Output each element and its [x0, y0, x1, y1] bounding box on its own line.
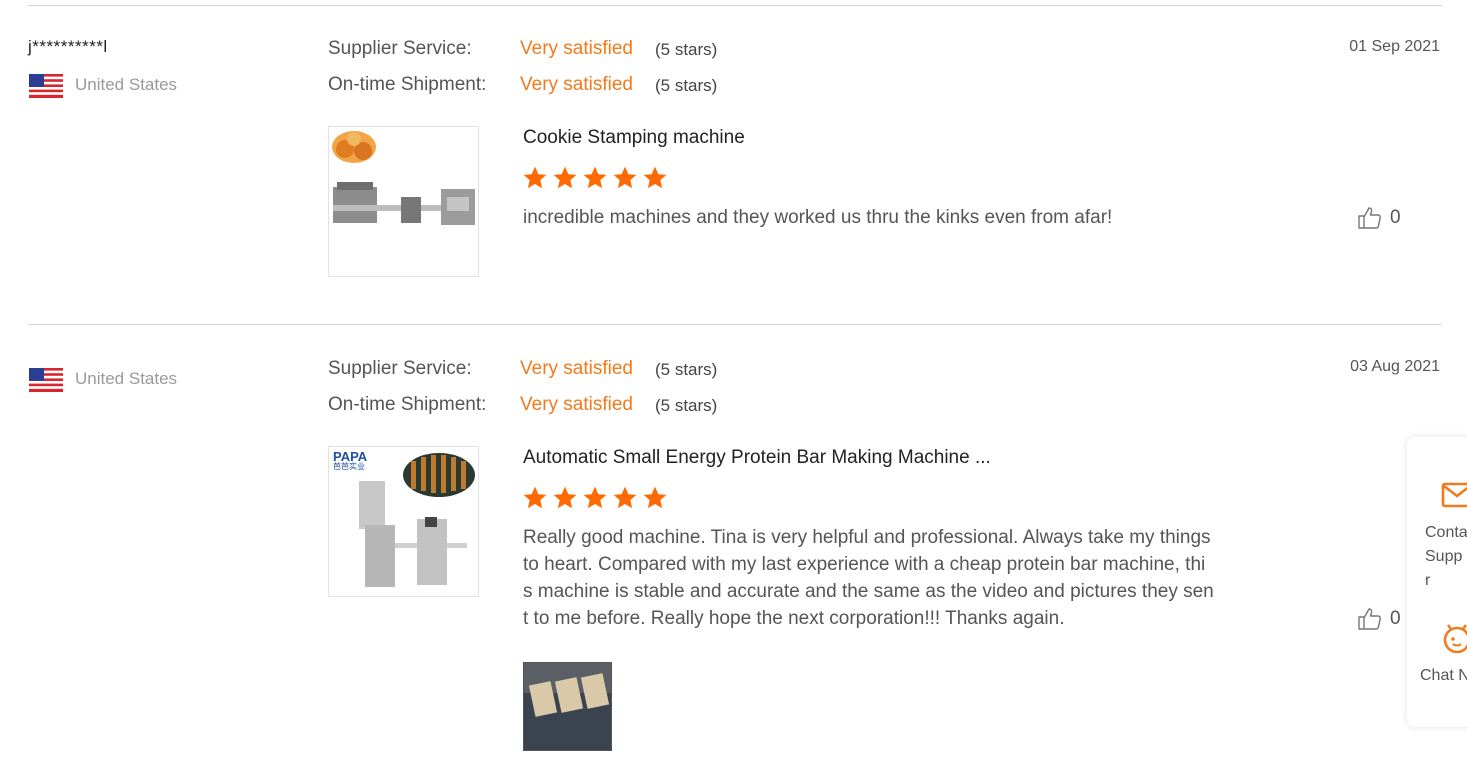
- star-icon: [553, 486, 577, 509]
- thumbs-up-icon: [1358, 608, 1381, 630]
- review-text-line: Really good machine. Tina is very helpfu…: [523, 527, 1211, 548]
- chat-now-link[interactable]: Chat N: [1420, 664, 1467, 688]
- chat-icon[interactable]: [1441, 623, 1467, 660]
- review-date: 01 Sep 2021: [1349, 38, 1440, 55]
- star-icon: [553, 166, 577, 189]
- star-icon: [583, 486, 607, 509]
- supplier-service-label: Supplier Service:: [328, 358, 472, 379]
- supplier-service-label: Supplier Service:: [328, 38, 472, 59]
- star-rating: [522, 485, 668, 511]
- shipment-value: Very satisfied: [520, 394, 633, 415]
- review-text: incredible machines and they worked us t…: [523, 207, 1113, 228]
- reviewer-country: United States: [75, 369, 178, 388]
- shipment-label: On-time Shipment:: [328, 74, 487, 95]
- star-icon: [613, 486, 637, 509]
- review-text-line: to heart. Compared with my last experien…: [523, 554, 1206, 575]
- floating-contact-panel: Conta Supp r Chat N: [1407, 437, 1467, 727]
- supplier-service-stars: (5 stars): [655, 360, 718, 379]
- us-flag-icon: [29, 368, 63, 392]
- star-icon: [643, 166, 667, 189]
- supplier-service-value: Very satisfied: [520, 38, 633, 59]
- reviewer-country: United States: [75, 75, 178, 94]
- star-icon: [523, 486, 547, 509]
- review-text-line: s machine is stable and accurate and the…: [523, 581, 1214, 602]
- shipment-stars: (5 stars): [655, 76, 718, 95]
- reviewer-name: j**********l: [28, 37, 108, 56]
- review-date: 03 Aug 2021: [1350, 358, 1440, 375]
- product-thumbnail[interactable]: [328, 126, 479, 277]
- review-divider: [28, 324, 1442, 325]
- star-icon: [583, 166, 607, 189]
- product-title[interactable]: Automatic Small Energy Protein Bar Makin…: [523, 447, 991, 469]
- review-photo[interactable]: [523, 662, 612, 751]
- top-divider: [28, 5, 1442, 6]
- contact-line: Supp: [1425, 548, 1463, 565]
- product-logo-subtext: 芭芭实业: [333, 461, 365, 471]
- like-count: 0: [1390, 608, 1401, 629]
- product-title[interactable]: Cookie Stamping machine: [523, 127, 745, 149]
- shipment-label: On-time Shipment:: [328, 394, 487, 415]
- contact-supplier-link[interactable]: Conta Supp r: [1425, 521, 1467, 593]
- product-thumbnail[interactable]: PAPA 芭芭实业: [328, 446, 479, 597]
- star-icon: [643, 486, 667, 509]
- supplier-service-stars: (5 stars): [655, 40, 718, 59]
- shipment-stars: (5 stars): [655, 396, 718, 415]
- contact-line: Conta: [1425, 524, 1467, 541]
- supplier-service-value: Very satisfied: [520, 358, 633, 379]
- like-button[interactable]: 0: [1356, 205, 1401, 231]
- us-flag-icon: [29, 74, 63, 98]
- shipment-value: Very satisfied: [520, 74, 633, 95]
- mail-icon[interactable]: [1441, 481, 1467, 514]
- review-text: Really good machine. Tina is very helpfu…: [523, 524, 1214, 632]
- star-rating: [522, 165, 668, 191]
- thumbs-up-icon: [1358, 207, 1381, 229]
- star-icon: [613, 166, 637, 189]
- like-button[interactable]: 0: [1356, 606, 1401, 632]
- contact-line: r: [1425, 572, 1431, 589]
- review-text-line: t to me before. Really hope the next cor…: [523, 608, 1065, 629]
- like-count: 0: [1390, 207, 1401, 228]
- star-icon: [523, 166, 547, 189]
